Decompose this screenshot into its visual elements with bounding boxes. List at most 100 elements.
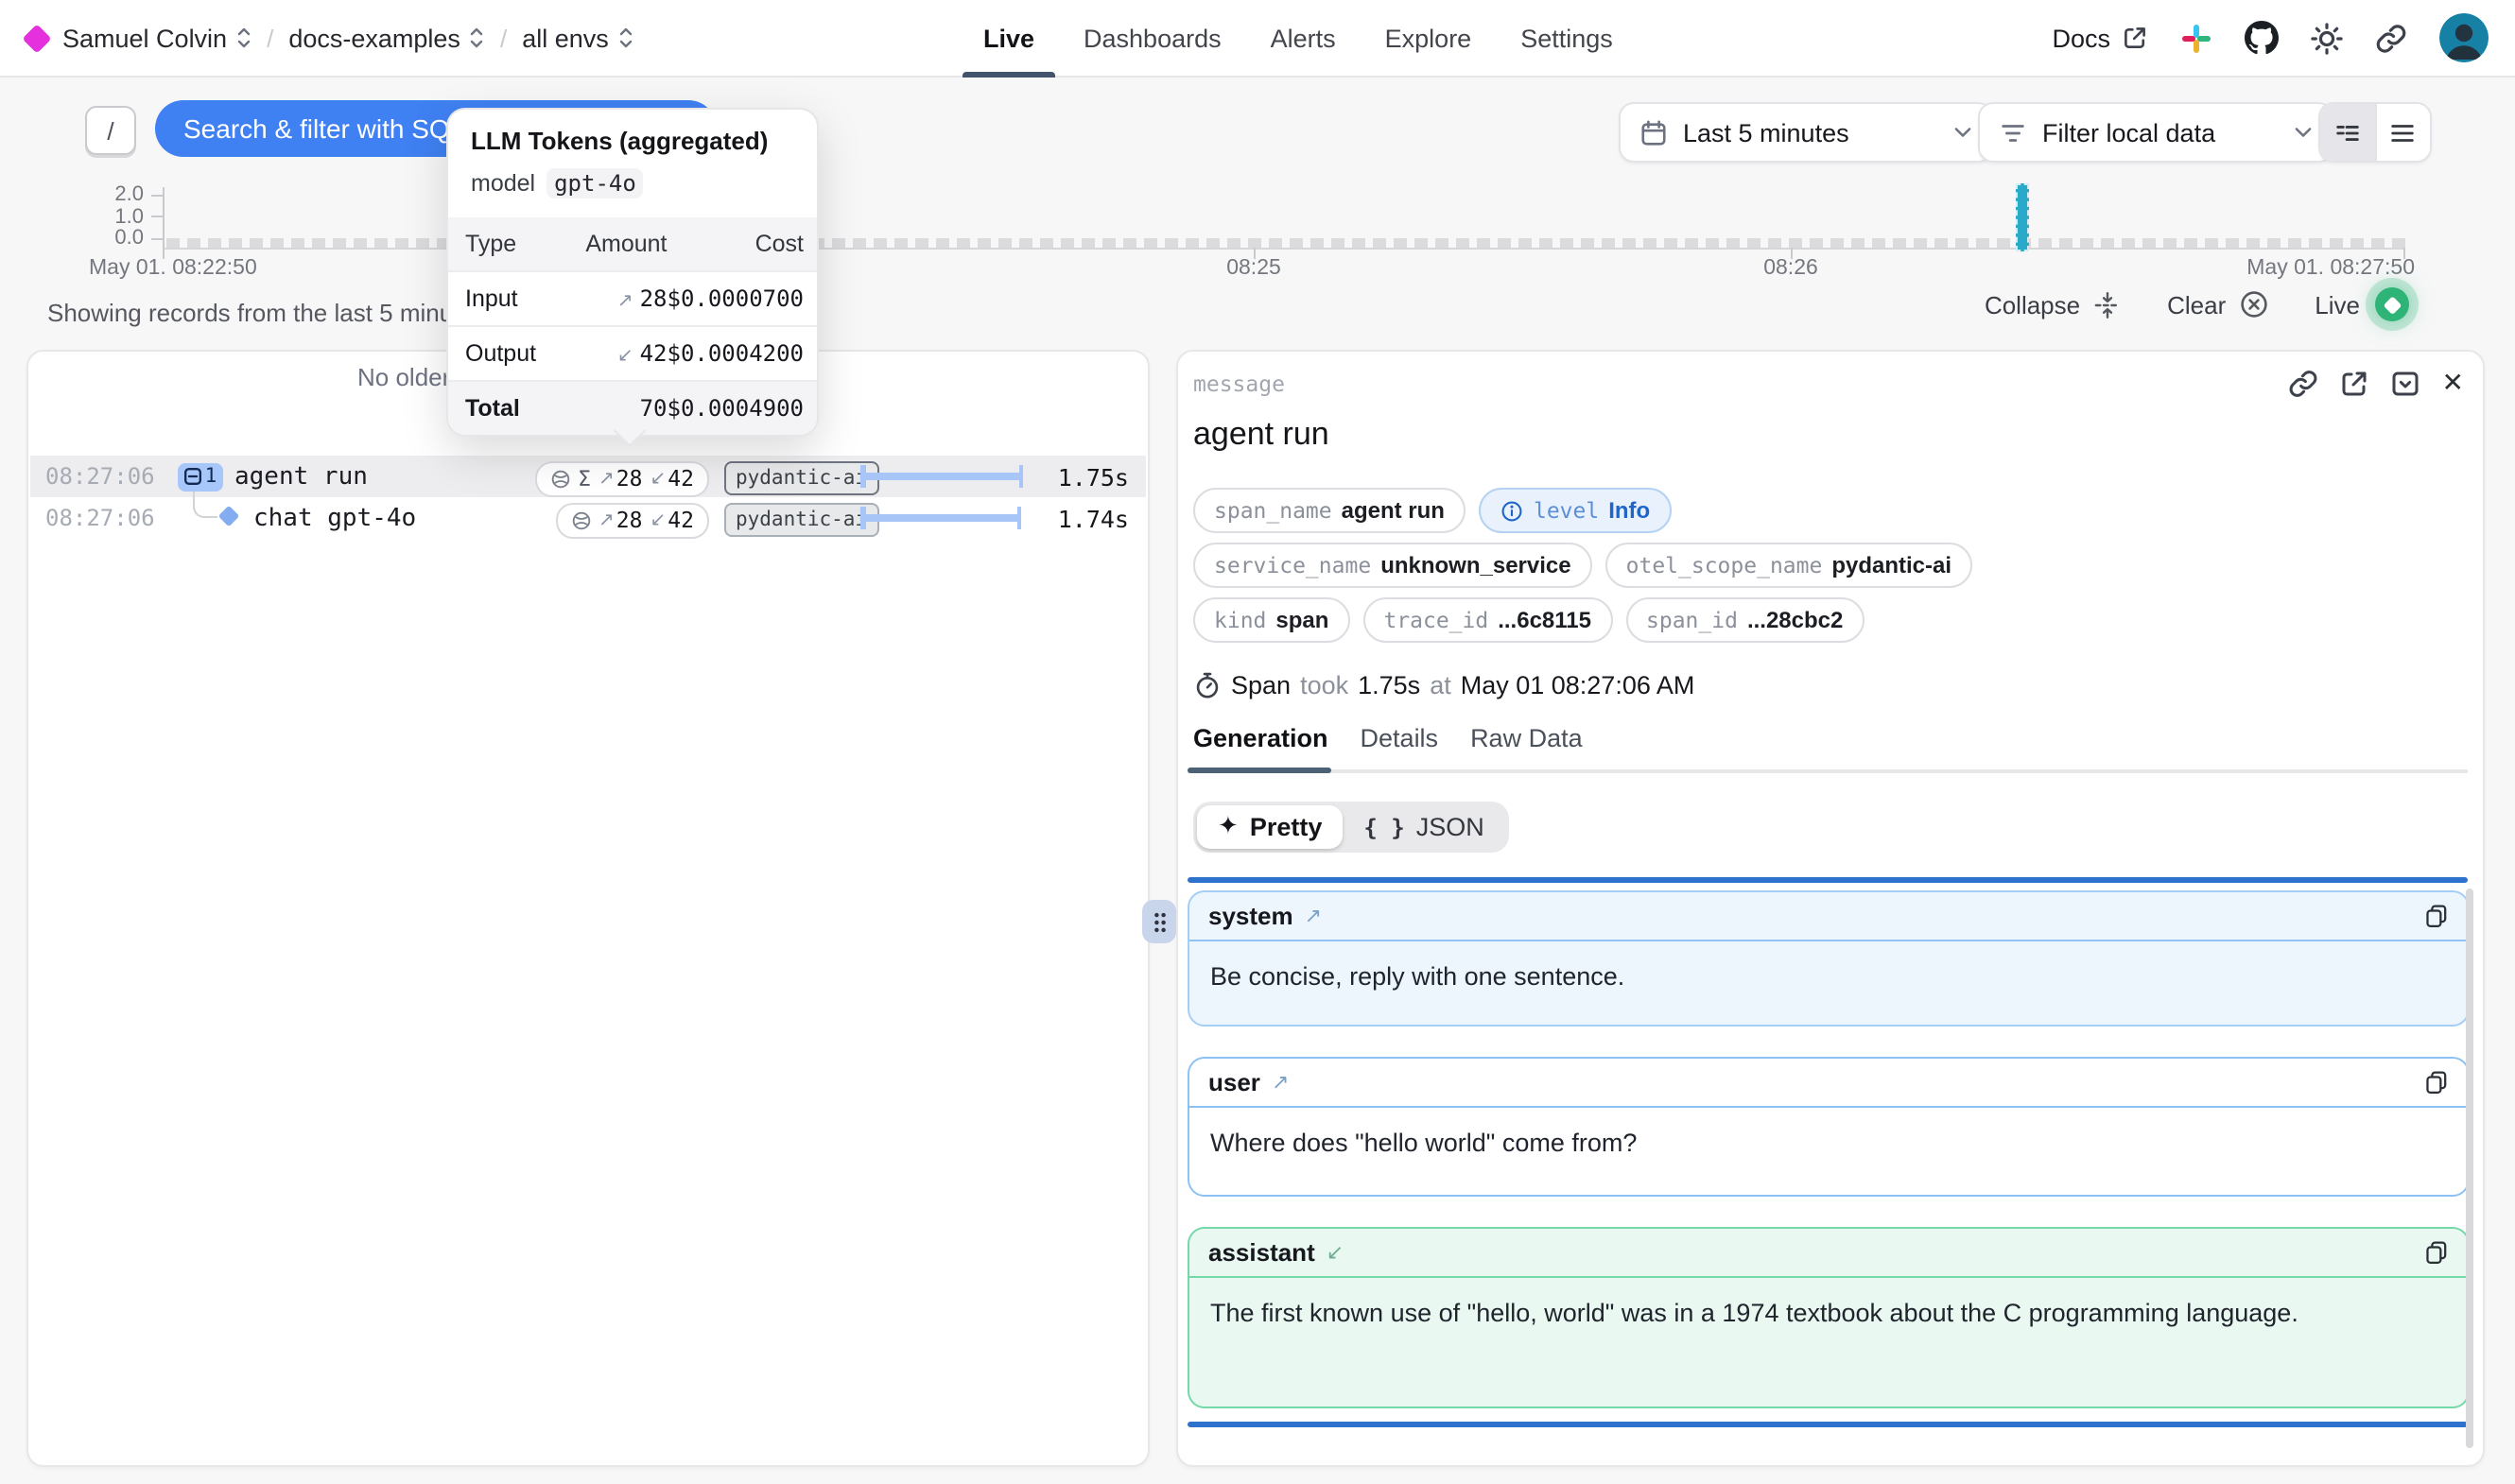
chevron-updown-icon [618,26,633,49]
col-cost: Cost [668,217,818,271]
copy-icon[interactable] [2424,904,2449,928]
tab-alerts-label: Alerts [1271,24,1336,52]
output-arrow-icon: ↙ [650,468,667,489]
output-tokens: 42 [668,507,694,533]
y-axis-line [163,187,165,250]
docs-link[interactable]: Docs [2052,24,2148,52]
json-toggle[interactable]: { } JSON [1343,805,1504,849]
active-tab-underline [963,72,1055,78]
open-in-new-icon[interactable] [2340,369,2370,399]
col-amount: Amount [570,217,667,271]
live-toggle[interactable]: Live [2315,287,2409,321]
tab-alerts[interactable]: Alerts [1271,0,1336,76]
attr-kind[interactable]: kind span [1193,597,1349,643]
attr-trace-id[interactable]: trace_id ...6c8115 [1362,597,1612,643]
attr-span-name[interactable]: span_name agent run [1193,488,1466,533]
clear-button[interactable]: Clear [2167,289,2269,319]
message-role: assistant [1208,1238,1315,1267]
copy-icon[interactable] [2424,1240,2449,1265]
record-time: 08:27:06 [45,463,155,490]
chevron-updown-icon [236,26,252,49]
input-arrow-icon: ↗ [1305,904,1322,928]
collapse-button[interactable]: Collapse [1985,290,2122,319]
attr-key: level [1534,497,1599,524]
tab-explore[interactable]: Explore [1385,0,1472,76]
collapse-box-icon [184,467,203,486]
breadcrumb: Samuel Colvin / docs-examples / all envs [26,0,633,76]
tab-generation[interactable]: Generation [1193,724,1328,752]
attr-row-1: span_name agent run level Info [1193,488,1671,533]
close-panel-icon[interactable]: ✕ [2442,369,2464,399]
col-type: Type [448,217,570,271]
permalink-icon[interactable] [2289,369,2319,399]
duration: 1.75s [1058,463,1129,492]
message-header: assistant ↙ [1189,1229,2468,1278]
message-text: The first known use of "hello, world" wa… [1189,1278,2468,1352]
logfire-live-view: Samuel Colvin / docs-examples / all envs… [0,0,2515,1484]
record-time: 08:27:06 [45,505,155,531]
dock-panel-icon[interactable] [2391,369,2421,399]
attr-otel-scope-name[interactable]: otel_scope_name pydantic-ai [1605,543,1972,588]
x-axis-tick: 08:26 [1763,257,1818,280]
timing-timestamp: May 01 08:27:06 AM [1461,671,1695,699]
attr-value: unknown_service [1380,552,1570,578]
token-type: Input [448,271,570,326]
pretty-toggle[interactable]: ✦ Pretty [1197,805,1343,849]
message-card-assistant: assistant ↙ The first known use of "hell… [1188,1227,2470,1408]
attr-span-id[interactable]: span_id ...28cbc2 [1625,597,1864,643]
panel-scrollbar-thumb[interactable] [2466,889,2473,1448]
x-axis-tick: 08:25 [1226,257,1281,280]
attr-key: kind [1214,607,1266,633]
span-name: agent run [234,462,368,491]
y-tick-mark [151,194,163,196]
attr-value: agent run [1342,497,1445,524]
project-selector[interactable]: docs-examples [288,24,485,52]
output-arrow-icon: ↙ [617,346,633,367]
env-selector[interactable]: all envs [522,24,633,52]
y-tick-mark [151,216,163,217]
collapse-label: Collapse [1985,290,2080,319]
llm-tokens-tooltip: LLM Tokens (aggregated) model gpt-4o Typ… [446,108,819,437]
message-header: user ↗ [1189,1059,2468,1108]
tokens-row-output: Output ↙ 42 $0.0004200 [448,326,817,381]
token-usage-pill: Σ ↗28 ↙42 [534,460,709,496]
scope-tag: pydantic-ai [724,461,878,495]
org-selector[interactable]: Samuel Colvin [62,24,252,52]
records-actions: Collapse Clear Live [1985,287,2409,321]
user-avatar[interactable] [2439,13,2489,62]
tab-dashboards[interactable]: Dashboards [1084,0,1222,76]
theme-sun-icon[interactable] [2311,22,2343,54]
tab-settings[interactable]: Settings [1520,0,1613,76]
copy-icon[interactable] [2424,1070,2449,1095]
tab-raw-data[interactable]: Raw Data [1470,724,1583,752]
token-cost: $0.0000700 [668,271,818,326]
attr-row-2: service_name unknown_service otel_scope_… [1193,543,1972,588]
attr-key: span_name [1214,497,1332,524]
message-role: user [1208,1068,1260,1096]
slack-icon[interactable] [2180,22,2212,54]
token-amount: 42 [640,340,668,367]
tab-live[interactable]: Live [983,0,1034,76]
share-link-icon[interactable] [2375,22,2407,54]
tree-connector [193,492,217,518]
attr-level[interactable]: level Info [1479,488,1671,533]
timing-took-word: took [1300,671,1348,699]
attr-value: pydantic-ai [1831,552,1951,578]
trace-row-chat-gpt-4o[interactable]: 08:27:06 chat gpt-4o ↗28 ↙42 pydantic-ai… [30,497,1146,539]
tab-details[interactable]: Details [1361,724,1439,752]
main-tabs: Live Dashboards Alerts Explore Settings [983,0,1613,76]
histogram-bar-selected[interactable] [2016,183,2029,251]
model-value: gpt-4o [546,168,644,198]
braces-icon: { } [1363,814,1404,840]
pretty-label: Pretty [1250,813,1323,841]
message-card-system: system ↗ Be concise, reply with one sent… [1188,890,2470,1027]
collapse-children-badge[interactable]: 1 [178,462,223,491]
child-count: 1 [205,465,217,488]
top-nav-actions: Docs [2052,0,2489,76]
panel-resize-handle[interactable] [1142,900,1176,943]
top-nav: Samuel Colvin / docs-examples / all envs… [0,0,2515,78]
attr-service-name[interactable]: service_name unknown_service [1193,543,1592,588]
github-icon[interactable] [2245,21,2279,55]
timing-duration: 1.75s [1358,671,1420,699]
attr-value: ...28cbc2 [1747,607,1843,633]
